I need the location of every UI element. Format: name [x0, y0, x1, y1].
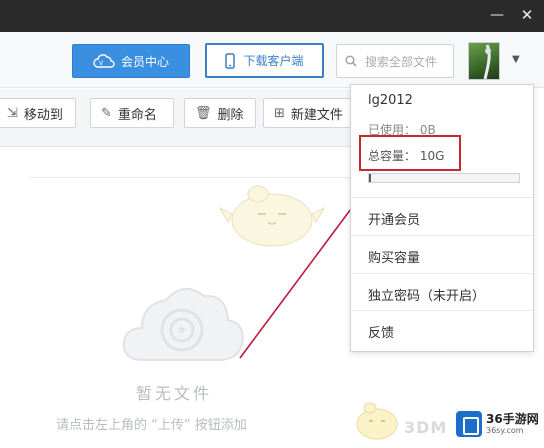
menu-item-open-vip[interactable]: 开通会员: [368, 209, 420, 228]
storage-progress-fill: [369, 174, 371, 182]
menu-item-feedback[interactable]: 反馈: [368, 322, 394, 341]
logo-text-block: 36手游网 36sy.com: [486, 412, 539, 436]
menu-divider: [351, 235, 533, 236]
menu-item-buy-storage[interactable]: 购买容量: [368, 247, 420, 266]
menu-divider: [351, 197, 533, 198]
storage-progress-bar: [368, 173, 520, 183]
storage-total-text: 总容量： 10G: [368, 149, 445, 163]
account-dropdown-menu: lg2012 已使用： 0B 总容量： 10G 开通会员 购买容量 独立密码（未…: [350, 84, 534, 352]
logo-text: 36手游网: [486, 412, 539, 426]
logo-subtext: 36sy.com: [486, 426, 524, 435]
account-username: lg2012: [368, 93, 413, 108]
menu-divider: [351, 310, 533, 311]
menu-item-independent-password[interactable]: 独立密码（未开启）: [368, 285, 485, 304]
site-logo: 36手游网 36sy.com: [452, 403, 542, 445]
logo-mark-icon: [456, 411, 482, 437]
menu-divider: [351, 273, 533, 274]
